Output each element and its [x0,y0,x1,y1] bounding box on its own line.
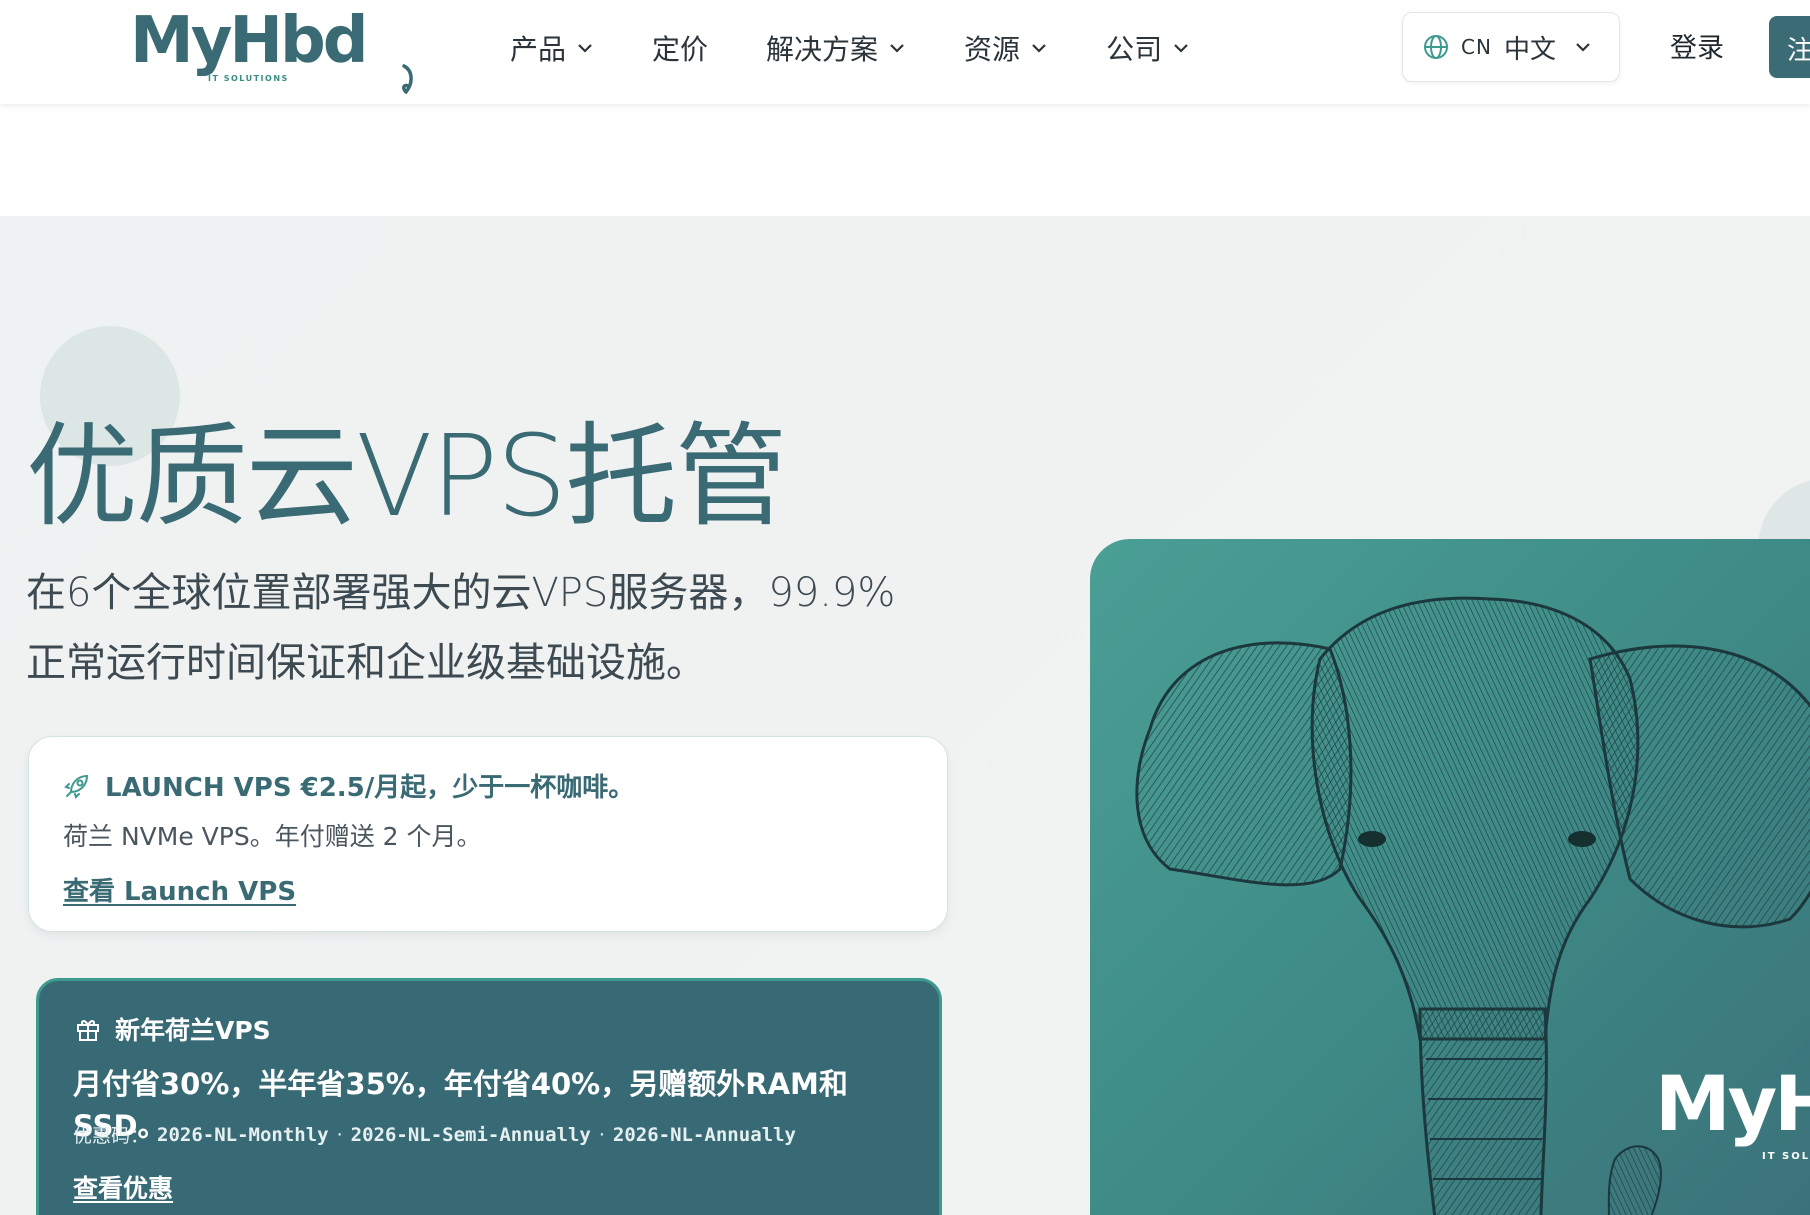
logo-tagline: IT SOLUTIONS [208,74,289,83]
nav-pricing[interactable]: 定价 [652,28,708,68]
coupon-code[interactable]: 2026-NL-Annually [613,1124,796,1146]
chevron-down-icon [890,44,904,53]
chevron-down-icon [1576,43,1590,52]
gift-icon [77,1020,99,1041]
logo-trunk-icon [402,64,413,94]
view-offer-link[interactable]: 查看优惠 [73,1169,173,1205]
hero-title: 优质云VPS托管 [26,412,787,542]
promo-headline-text: LAUNCH VPS €2.5/月起，少于一杯咖啡。 [105,773,635,803]
hero-section: 优质云VPS托管 在6个全球位置部署强大的云VPS服务器，99.9% 正常运行时… [0,216,1810,1215]
coupon-separator: · [598,1123,605,1146]
language-label: 中文 [1503,34,1556,65]
promo-description: 荷兰 NVMe VPS。年付赠送 2 个月。 [63,822,482,851]
image-logo-wordmark: MyH [1655,1059,1810,1148]
chevron-down-icon [1174,44,1188,53]
nav-solutions-label: 解决方案 [766,33,879,66]
coupon-code[interactable]: 2026-NL-Semi-Annually [351,1124,591,1146]
hero-subtitle-line1: 在6个全球位置部署强大的云VPS服务器，99.9% [26,570,896,616]
launch-vps-promo-card: LAUNCH VPS €2.5/月起，少于一杯咖啡。 荷兰 NVMe VPS。年… [28,736,948,932]
offer-headline-text: 新年荷兰VPS [115,1016,271,1045]
coupon-codes: 优惠码： 2026-NL-Monthly · 2026-NL-Semi-Annu… [73,1121,796,1148]
view-launch-vps-link[interactable]: 查看 Launch VPS [63,871,296,908]
register-button[interactable]: 注 [1769,16,1810,78]
logo-wordmark: MyHbd [130,4,369,78]
language-selector[interactable]: CN 中文 [1402,12,1620,82]
hero-subtitle: 在6个全球位置部署强大的云VPS服务器，99.9% 正常运行时间保证和企业级基础… [26,558,956,698]
nav-company[interactable]: 公司 [1106,28,1190,68]
hero-subtitle-line2: 正常运行时间保证和企业级基础设施。 [26,640,706,686]
coupon-separator: · [336,1123,343,1146]
chevron-down-icon [1032,44,1046,53]
nav-resources[interactable]: 资源 [964,28,1048,68]
language-code: CN [1461,35,1492,59]
rocket-icon [64,774,89,799]
coupon-codes-label: 优惠码： [73,1125,150,1147]
new-year-offer-card: 新年荷兰VPS 月付省30%，半年省35%，年付省40%，另赠额外RAM和SSD… [36,978,942,1215]
nav-resources-label: 资源 [964,33,1021,66]
nav-company-label: 公司 [1106,33,1163,66]
nav-solutions[interactable]: 解决方案 [766,28,906,68]
main-nav: 产品 定价 解决方案 资源 公司 [510,0,1248,96]
chevron-down-icon [578,44,592,53]
promo-headline: LAUNCH VPS €2.5/月起，少于一杯咖啡。 [63,767,634,804]
coupon-code[interactable]: 2026-NL-Monthly [157,1124,329,1146]
brand-logo[interactable]: MyHbd IT SOLUTIONS [130,6,413,96]
nav-pricing-label: 定价 [652,33,709,66]
elephant-illustration: MyH IT SOL [1090,539,1810,1215]
nav-products-label: 产品 [510,33,567,66]
login-link[interactable]: 登录 [1670,26,1724,65]
site-header: MyHbd IT SOLUTIONS 产品 定价 解决方案 资源 公司 CN 中… [0,0,1810,104]
nav-products[interactable]: 产品 [510,28,594,68]
globe-icon [1424,35,1448,59]
offer-headline: 新年荷兰VPS [75,1011,271,1047]
image-logo-tagline: IT SOL [1762,1151,1810,1162]
